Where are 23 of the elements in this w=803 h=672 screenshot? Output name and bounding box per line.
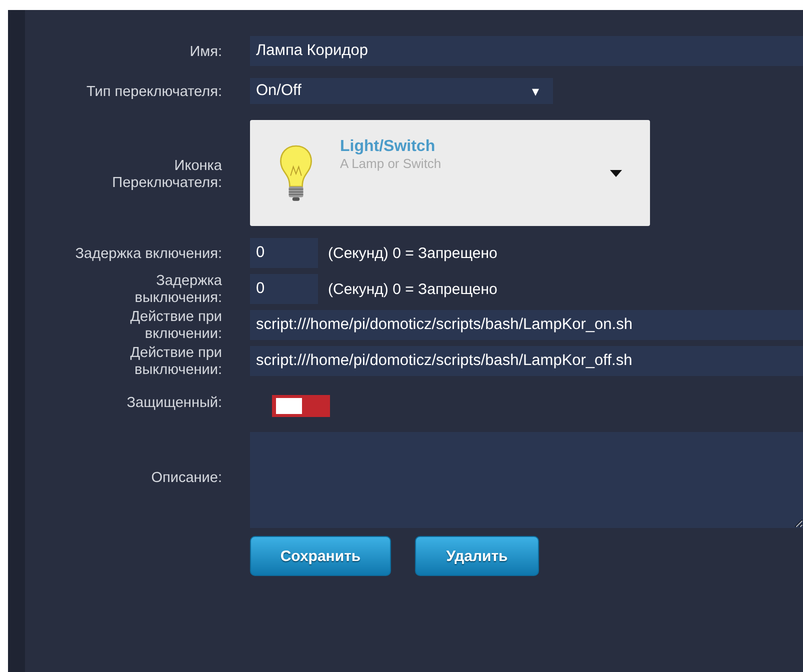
field-label: Имя:	[190, 44, 222, 60]
field-label: Описание:	[151, 470, 222, 486]
delay-hint: (Секунд) 0 = Запрещено	[328, 244, 498, 262]
off-action-field[interactable]: script:///home/pi/domoticz/scripts/bash/LampKor_off.sh	[250, 346, 803, 376]
field-label: Действие при включении:	[129, 309, 222, 343]
field-label: Задержка выключения:	[134, 273, 222, 307]
field-label: Задержка включения:	[75, 246, 222, 262]
icon-description: A Lamp or Switch	[340, 156, 442, 171]
field-label: Иконка Переключателя:	[111, 158, 222, 192]
icon-title: Light/Switch	[340, 138, 436, 156]
delete-button[interactable]: Удалить	[415, 536, 539, 576]
caret-icon	[610, 170, 622, 176]
protected-toggle[interactable]	[272, 395, 330, 417]
switch-type-dropdown[interactable]: On/Off ▾	[250, 78, 553, 104]
field-label: Защищенный:	[126, 394, 222, 412]
on-action-field[interactable]: script:///home/pi/domoticz/scripts/bash/LampKor_on.sh	[250, 310, 803, 340]
delay-hint: (Секунд) 0 = Запрещено	[328, 280, 498, 298]
field-label: Действие при выключении:	[129, 345, 222, 379]
on-delay-field[interactable]: 0	[250, 238, 318, 268]
field-label: Тип переключателя:	[86, 84, 222, 100]
off-delay-field[interactable]: 0	[250, 274, 318, 304]
name-field[interactable]: Лампа Коридор	[250, 36, 803, 66]
description-field[interactable]	[250, 432, 803, 528]
